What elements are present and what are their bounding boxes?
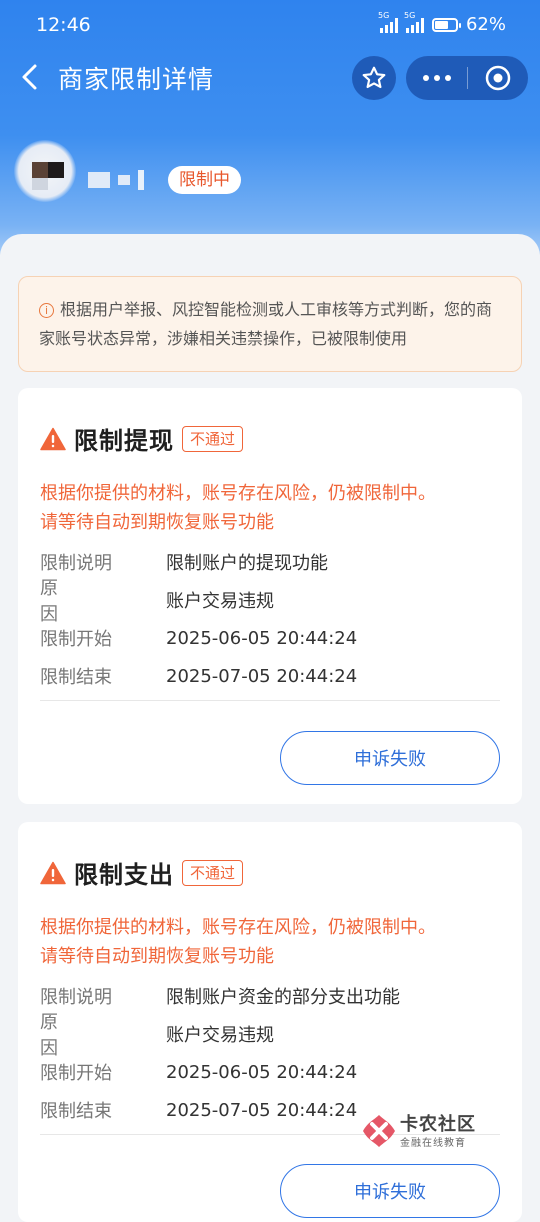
back-arrow-icon[interactable] <box>16 62 46 92</box>
card-title: 限制提现 <box>74 427 174 455</box>
risk-message: 根据你提供的材料，账号存在风险，仍被限制中。 请等待自动到期恢复账号功能 <box>40 917 436 967</box>
more-menu-icon[interactable] <box>406 75 467 81</box>
detail-row-start: 限制开始 2025-06-05 20:44:24 <box>40 1061 358 1085</box>
warning-icon <box>40 861 66 884</box>
notice-text: 根据用户举报、风控智能检测或人工审核等方式判断，您的商家账号状态异常，涉嫌相关违… <box>39 300 493 348</box>
signal-icon-2: 5G <box>404 11 424 33</box>
status-badge: 不通过 <box>182 859 244 886</box>
merchant-name-redacted <box>88 170 144 190</box>
card-title: 限制支出 <box>74 861 174 889</box>
status-badge: 限制中 <box>168 166 241 194</box>
restriction-card-spending: 限制支出 不通过 根据你提供的材料，账号存在风险，仍被限制中。 请等待自动到期恢… <box>18 822 522 1222</box>
merchant-info: 限制中 <box>14 140 274 210</box>
detail-row-reason: 原因 账户交易违规 <box>40 578 274 625</box>
star-icon <box>362 66 386 89</box>
watermark-logo-icon <box>363 1115 395 1147</box>
status-time: 12:46 <box>36 14 91 36</box>
notice-banner: i 根据用户举报、风控智能检测或人工审核等方式判断，您的商家账号状态异常，涉嫌相关… <box>18 276 522 372</box>
status-bar: 12:46 5G 5G 62% <box>0 0 540 52</box>
detail-list: 限制说明 限制账户资金的部分支出功能 原因 账户交易违规 限制开始 2025-06-0… <box>40 977 500 1129</box>
watermark: 卡农社区 金融在线教育 <box>360 1108 490 1152</box>
info-icon: i <box>39 303 54 318</box>
close-miniapp-button[interactable] <box>468 65 528 91</box>
status-badge: 不通过 <box>182 425 244 452</box>
divider <box>40 700 500 701</box>
favorite-button[interactable] <box>352 56 396 100</box>
page-title: 商家限制详情 <box>58 65 215 94</box>
signal-icon: 5G <box>378 11 398 33</box>
target-close-icon <box>485 65 511 91</box>
navbar: 商家限制详情 <box>0 52 540 104</box>
detail-list: 限制说明 限制账户的提现功能 原因 账户交易违规 限制开始 2025-06-05 20… <box>40 543 500 695</box>
watermark-title: 卡农社区 <box>400 1114 476 1135</box>
restriction-card-withdraw: 限制提现 不通过 根据你提供的材料，账号存在风险，仍被限制中。 请等待自动到期恢… <box>18 388 522 804</box>
appeal-failed-button[interactable]: 申诉失败 <box>280 1164 500 1218</box>
battery-level: 62% <box>465 14 506 35</box>
battery-icon <box>431 17 461 32</box>
watermark-subtitle: 金融在线教育 <box>400 1138 466 1149</box>
detail-row-end: 限制结束 2025-07-05 20:44:24 <box>40 665 358 689</box>
detail-row-start: 限制开始 2025-06-05 20:44:24 <box>40 627 358 651</box>
appeal-failed-button[interactable]: 申诉失败 <box>280 731 500 785</box>
detail-row-reason: 原因 账户交易违规 <box>40 1012 274 1059</box>
risk-message: 根据你提供的材料，账号存在风险，仍被限制中。 请等待自动到期恢复账号功能 <box>40 483 436 533</box>
miniapp-capsule <box>406 56 528 100</box>
avatar <box>14 140 76 202</box>
warning-icon <box>40 427 66 450</box>
